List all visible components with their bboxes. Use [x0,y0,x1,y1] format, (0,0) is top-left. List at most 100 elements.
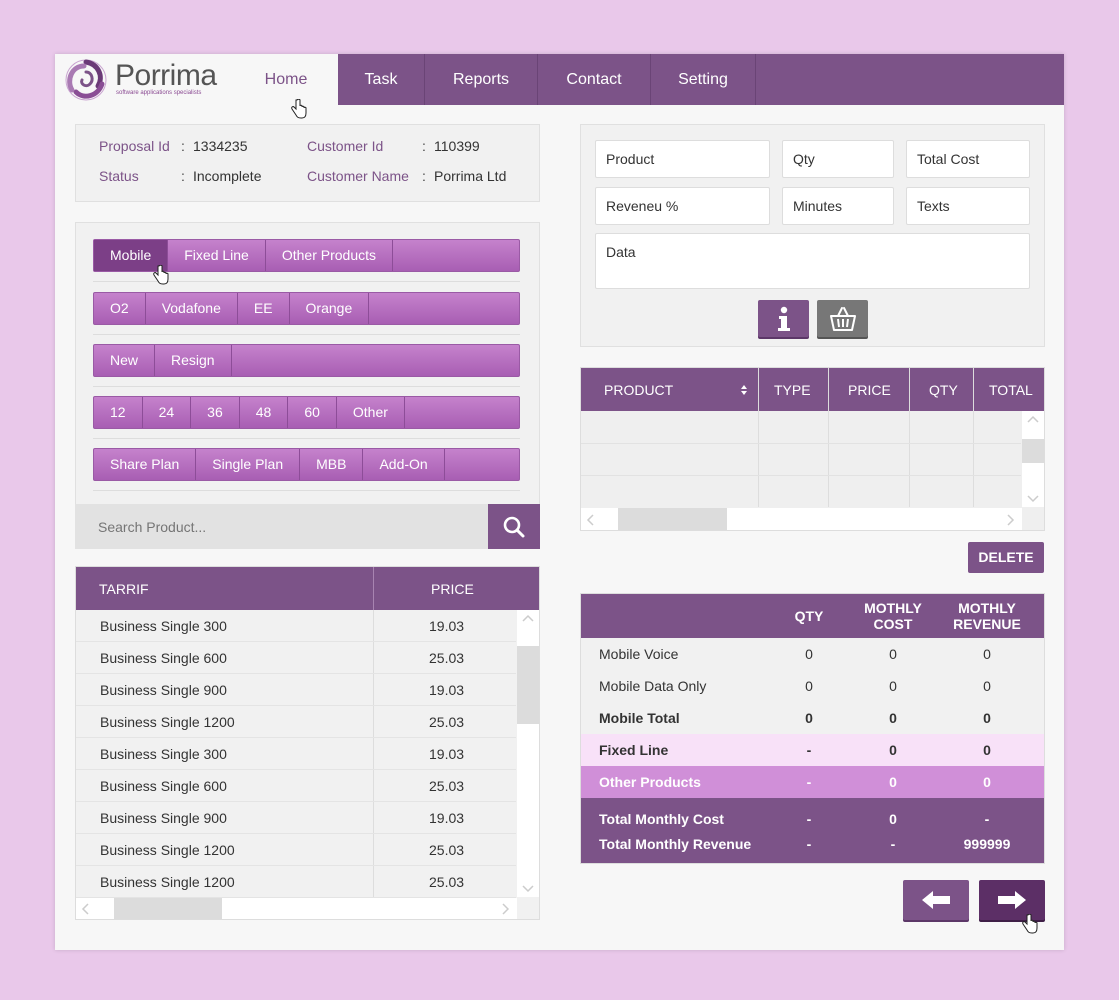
nav-contact[interactable]: Contact [538,54,651,105]
table-row[interactable]: Business Single 1200 25.03 [76,706,516,738]
column-header-type[interactable]: TYPE [774,382,811,398]
chevron-right-icon[interactable] [502,903,510,915]
cost-value: 0 [889,646,897,662]
tarrif-price: 25.03 [429,842,465,858]
tab-share-plan[interactable]: Share Plan [94,449,197,480]
texts-field[interactable]: Texts [906,187,1030,225]
product-filters-panel: Mobile Fixed Line Other Products O2 Voda… [75,222,540,549]
nav-home[interactable]: Home [234,54,338,105]
column-header-price[interactable]: PRICE [431,581,474,597]
column-header-price[interactable]: PRICE [848,382,891,398]
vertical-scrollbar[interactable] [517,610,539,897]
tarrif-price: 25.03 [429,874,465,890]
tarrif-name: Business Single 300 [100,746,227,762]
chevron-down-icon[interactable] [522,885,534,893]
tab-48[interactable]: 48 [240,397,289,428]
minutes-field[interactable]: Minutes [782,187,894,225]
nav-reports[interactable]: Reports [425,54,538,105]
scrollbar-thumb[interactable] [517,646,539,724]
table-row[interactable]: Business Single 1200 25.03 [76,866,516,898]
chevron-left-icon[interactable] [586,514,594,526]
data-field[interactable]: Data [595,233,1030,289]
chevron-left-icon[interactable] [81,903,89,915]
column-header-total[interactable]: TOTAL [989,382,1033,398]
table-row[interactable]: Business Single 600 25.03 [76,770,516,802]
tab-single-plan[interactable]: Single Plan [196,449,301,480]
tab-o2[interactable]: O2 [94,293,146,324]
column-header-tarrif[interactable]: TARRIF [99,581,149,597]
colon: : [422,138,426,154]
cost-value: 0 [889,774,897,790]
add-to-basket-button[interactable] [817,300,868,337]
summary-row-other-products: Other Products - 0 0 [581,766,1044,798]
product-form-panel: Product Qty Total Cost Reveneu % Minutes… [580,124,1045,347]
summary-row-mobile-data: Mobile Data Only 0 0 0 [581,670,1044,702]
tarrif-name: Business Single 900 [100,682,227,698]
logo-tagline: software applications specialists [116,90,202,96]
tab-60[interactable]: 60 [288,397,337,428]
column-header-product[interactable]: PRODUCT [604,382,673,398]
horizontal-scrollbar[interactable] [76,898,517,919]
divider [93,386,520,387]
scrollbar-thumb[interactable] [114,898,222,919]
info-button[interactable] [758,300,809,337]
nav-setting[interactable]: Setting [651,54,756,105]
delete-button[interactable]: DELETE [968,542,1044,573]
chevron-up-icon[interactable] [1027,415,1039,423]
chevron-right-icon[interactable] [1007,514,1015,526]
tab-fixed-line[interactable]: Fixed Line [168,240,266,271]
contract-tabs: New Resign [93,344,520,377]
arrow-left-icon [922,891,950,909]
tab-resign[interactable]: Resign [155,345,232,376]
table-row[interactable] [581,443,1021,444]
tab-24[interactable]: 24 [143,397,192,428]
search-input[interactable] [75,504,488,549]
tab-add-on[interactable]: Add-On [363,449,445,480]
tab-ee[interactable]: EE [238,293,290,324]
cost-value: 0 [889,678,897,694]
revenue-field[interactable]: Reveneu % [595,187,770,225]
table-row[interactable]: Business Single 300 19.03 [76,610,516,642]
table-row[interactable]: Business Single 1200 25.03 [76,834,516,866]
total-cost-field[interactable]: Total Cost [906,140,1030,178]
table-row[interactable]: Business Single 300 19.03 [76,738,516,770]
tarrif-name: Business Single 600 [100,650,227,666]
back-button[interactable] [903,880,969,920]
qty-value: - [806,836,812,852]
tab-12[interactable]: 12 [94,397,143,428]
table-row[interactable]: Business Single 900 19.03 [76,674,516,706]
tarrif-name: Business Single 900 [100,810,227,826]
horizontal-scrollbar[interactable] [581,508,1022,530]
search-button[interactable] [488,504,540,549]
nav-task[interactable]: Task [338,54,425,105]
sort-icon[interactable] [740,384,748,396]
product-field[interactable]: Product [595,140,770,178]
tab-other-products[interactable]: Other Products [266,240,393,271]
column-header-qty[interactable]: QTY [929,382,958,398]
tab-mbb[interactable]: MBB [300,449,364,480]
total-monthly-revenue-row: Total Monthly Revenue - - 999999 [581,828,1044,860]
tarrif-price: 25.03 [429,714,465,730]
table-row[interactable]: Business Single 900 19.03 [76,802,516,834]
tab-other[interactable]: Other [337,397,405,428]
qty-value: - [806,811,812,827]
header-line: COST [873,616,913,632]
tab-orange[interactable]: Orange [290,293,370,324]
scrollbar-thumb[interactable] [1022,439,1044,463]
logo[interactable]: Porrima software applications specialist… [55,54,234,105]
tab-vodafone[interactable]: Vodafone [146,293,238,324]
qty-field[interactable]: Qty [782,140,894,178]
tab-36[interactable]: 36 [191,397,240,428]
top-navigation-bar: Porrima software applications specialist… [55,54,1064,119]
cost-value: 0 [889,710,897,726]
swirl-logo-icon [65,59,107,101]
plan-tabs: Share Plan Single Plan MBB Add-On [93,448,520,481]
chevron-down-icon[interactable] [1027,495,1039,503]
table-row[interactable]: Business Single 600 25.03 [76,642,516,674]
tab-new[interactable]: New [94,345,156,376]
table-row[interactable] [581,475,1021,476]
vertical-scrollbar[interactable] [1022,411,1044,507]
chevron-up-icon[interactable] [522,614,534,622]
qty-value: - [806,742,812,758]
scrollbar-thumb[interactable] [618,508,727,530]
